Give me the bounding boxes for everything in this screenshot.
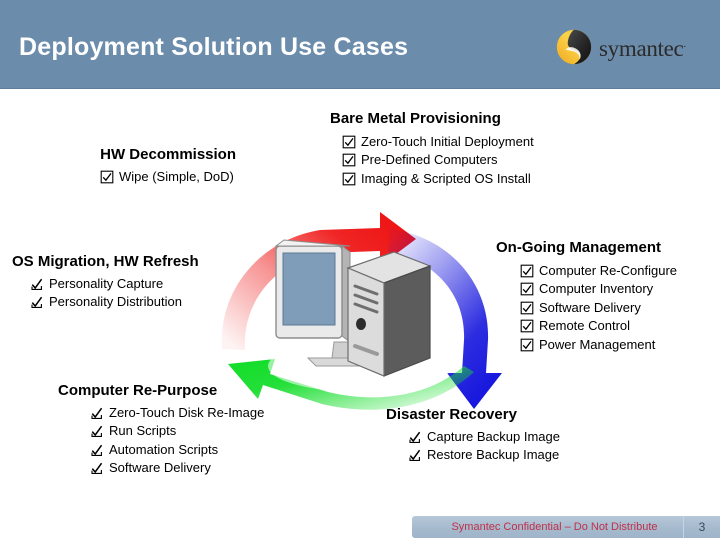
usecase-item-list: Wipe (Simple, DoD) (0, 168, 290, 187)
list-item: Run Scripts (90, 422, 264, 441)
symantec-logo-mark (556, 29, 592, 65)
list-item-label: Software Delivery (109, 460, 211, 475)
list-item-label: Imaging & Scripted OS Install (361, 170, 531, 186)
list-item-label: Computer Re-Configure (539, 262, 678, 278)
list-item-label: Capture Backup Image (427, 428, 560, 444)
list-item: Remote Control (520, 317, 677, 336)
symantec-wordmark-text: symantec (599, 35, 684, 61)
usecase-os-migration-hw-refresh: OS Migration, HW Refresh Personality Cap… (12, 253, 199, 312)
list-item: Restore Backup Image (408, 446, 560, 465)
list-item: Zero-Touch Disk Re-Image (90, 404, 264, 423)
list-item: Software Delivery (90, 459, 264, 478)
check-mark-box-icon (409, 449, 421, 461)
list-item: Imaging & Scripted OS Install (342, 170, 534, 189)
lifecycle-cycle-diagram (198, 206, 518, 411)
list-item: Software Delivery (520, 299, 677, 318)
list-item: Personality Capture (30, 275, 199, 294)
slide-header-band: Deployment Solution Use Cases symantec. (0, 0, 720, 89)
usecase-bare-metal-provisioning: Bare Metal Provisioning Zero-Touch Initi… (330, 110, 534, 189)
check-mark-box-icon (91, 425, 103, 437)
list-item: Computer Inventory (520, 280, 677, 299)
usecase-hw-decommission: HW Decommission Wipe (Simple, DoD) (0, 146, 290, 187)
checked-box-icon (520, 319, 534, 333)
usecase-item-list: Capture Backup Image Restore Backup Imag… (386, 428, 560, 465)
symantec-wordmark: symantec. (599, 37, 686, 60)
list-item-label: Power Management (539, 336, 656, 352)
checked-box-icon (520, 301, 534, 314)
list-item: Capture Backup Image (408, 428, 560, 447)
confidentiality-notice: Symantec Confidential – Do Not Distribut… (451, 521, 658, 533)
checked-box-icon (520, 282, 534, 296)
check-mark-box-icon (91, 462, 103, 474)
usecase-computer-repurpose: Computer Re-Purpose Zero-Touch Disk Re-I… (58, 382, 264, 478)
list-item-label: Software Delivery (539, 299, 641, 315)
list-item: Zero-Touch Initial Deployment (342, 133, 534, 152)
checked-box-icon (342, 153, 356, 167)
usecase-item-list: Zero-Touch Disk Re-Image Run Scripts Aut… (58, 404, 264, 478)
check-mark-box-icon (31, 296, 43, 308)
symantec-logo: symantec. (556, 27, 706, 67)
checked-box-icon (520, 338, 534, 351)
list-item: Personality Distribution (30, 293, 199, 312)
page-number: 3 (698, 520, 706, 534)
check-mark-box-icon (409, 431, 421, 443)
list-item-label: Zero-Touch Disk Re-Image (109, 404, 265, 420)
list-item-label: Restore Backup Image (427, 447, 560, 462)
checked-box-icon (342, 172, 356, 185)
usecase-heading: OS Migration, HW Refresh (12, 253, 199, 270)
list-item-label: Run Scripts (109, 423, 177, 438)
list-item: Pre-Defined Computers (342, 151, 534, 170)
check-mark-box-icon (91, 407, 103, 419)
list-item-label: Automation Scripts (109, 441, 219, 457)
list-item-label: Zero-Touch Initial Deployment (361, 133, 534, 149)
usecase-heading: Computer Re-Purpose (58, 382, 218, 399)
symantec-trademark: . (683, 38, 686, 50)
usecase-heading: On-Going Management (496, 239, 661, 256)
tower-computer-icon (346, 251, 432, 377)
check-mark-box-icon (31, 278, 43, 290)
list-item: Power Management (520, 336, 677, 355)
list-item-label: Remote Control (539, 318, 631, 333)
usecase-disaster-recovery: Disaster Recovery Capture Backup Image R… (386, 406, 560, 465)
page-title: Deployment Solution Use Cases (19, 33, 409, 61)
checked-box-icon (342, 135, 356, 148)
list-item: Automation Scripts (90, 441, 264, 460)
list-item-label: Personality Distribution (49, 294, 182, 309)
list-item-label: Computer Inventory (539, 281, 654, 296)
checked-box-icon (100, 170, 114, 183)
usecase-heading: Disaster Recovery (386, 406, 517, 423)
usecase-item-list: Computer Re-Configure Computer Inventory… (496, 262, 677, 355)
list-item: Computer Re-Configure (520, 262, 677, 281)
list-item-label: Pre-Defined Computers (361, 152, 498, 167)
list-item-label: Wipe (Simple, DoD) (119, 168, 234, 184)
list-item-label: Personality Capture (49, 275, 164, 291)
list-item: Wipe (Simple, DoD) (100, 168, 290, 187)
usecase-item-list: Personality Capture Personality Distribu… (12, 275, 199, 312)
slide-footer-bar: Symantec Confidential – Do Not Distribut… (412, 516, 720, 538)
slide-content-area: HW Decommission Wipe (Simple, DoD) Bare … (0, 89, 720, 506)
usecase-item-list: Zero-Touch Initial Deployment Pre-Define… (330, 133, 534, 189)
usecase-heading: HW Decommission (100, 146, 236, 163)
usecase-heading: Bare Metal Provisioning (330, 110, 501, 127)
check-mark-box-icon (91, 444, 103, 456)
checked-box-icon (520, 264, 534, 277)
usecase-ongoing-management: On-Going Management Computer Re-Configur… (496, 239, 677, 355)
